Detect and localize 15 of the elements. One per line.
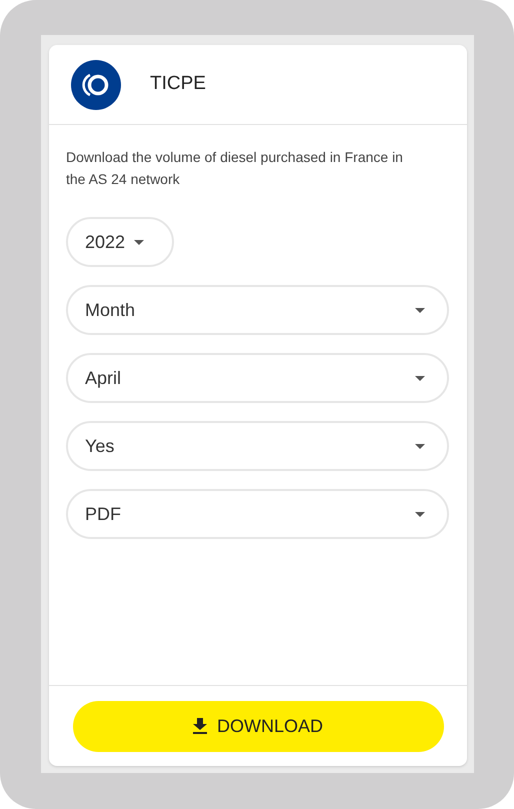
caret-icon — [415, 308, 425, 312]
select-field[interactable]: 2022 — [66, 217, 174, 267]
select-field[interactable]: April — [66, 353, 449, 403]
caret-icon — [134, 240, 144, 244]
description: Download the volume of diesel purchased in France in the AS 24 network — [66, 148, 404, 189]
caret-icon — [415, 512, 425, 516]
select-field[interactable]: PDF — [66, 489, 449, 539]
caret-icon — [415, 376, 425, 380]
select-field[interactable]: Month — [66, 285, 449, 335]
download-icon — [192, 718, 207, 734]
select-field[interactable]: Yes — [66, 421, 449, 471]
card-title: TICPE — [150, 72, 206, 96]
download-button[interactable]: DOWNLOAD — [72, 700, 444, 752]
caret-icon — [415, 444, 425, 448]
logo-icon — [71, 60, 121, 110]
